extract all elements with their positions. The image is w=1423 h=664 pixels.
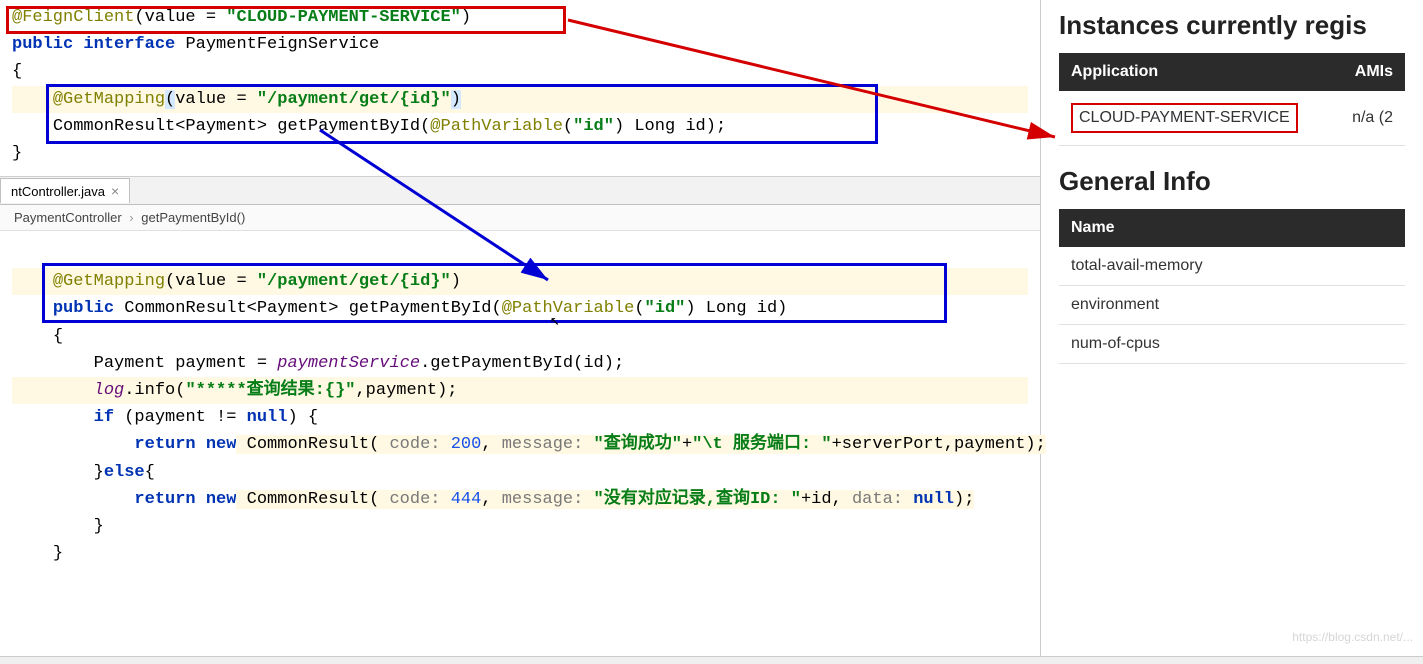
amis-value: n/a (2 (1334, 91, 1405, 146)
getmapping-annotation-top: @GetMapping (53, 90, 165, 109)
table-row: total-avail-memory (1059, 247, 1405, 286)
getmapping-annotation-bottom: @GetMapping (53, 272, 165, 291)
close-icon[interactable]: × (111, 183, 119, 199)
general-info-title: General Info (1059, 166, 1405, 197)
code-editor[interactable]: @FeignClient(value = "CLOUD-PAYMENT-SERV… (0, 0, 1040, 664)
instances-title: Instances currently regis (1059, 10, 1405, 41)
bottom-bar (0, 656, 1423, 664)
tab-bar: ntController.java × (0, 177, 1040, 205)
feign-annotation: @FeignClient (12, 8, 134, 27)
cursor-icon: ↖ (550, 310, 560, 330)
tab-label: ntController.java (11, 184, 105, 199)
file-tab[interactable]: ntController.java × (0, 178, 130, 203)
bottom-code-block[interactable]: @GetMapping(value = "/payment/get/{id}")… (0, 231, 1040, 577)
breadcrumb-class[interactable]: PaymentController (14, 210, 122, 225)
instances-table: Application AMIs CLOUD-PAYMENT-SERVICE n… (1059, 53, 1405, 146)
watermark: https://blog.csdn.net/... (1292, 630, 1413, 644)
table-row: environment (1059, 286, 1405, 325)
breadcrumb[interactable]: PaymentController › getPaymentById() (0, 205, 1040, 231)
table-row: num-of-cpus (1059, 325, 1405, 364)
th-amis: AMIs (1334, 53, 1405, 91)
table-row: CLOUD-PAYMENT-SERVICE n/a (2 (1059, 91, 1405, 146)
th-name: Name (1059, 209, 1405, 247)
eureka-panel: Instances currently regis Application AM… (1040, 0, 1423, 664)
breadcrumb-method[interactable]: getPaymentById() (141, 210, 245, 225)
top-code-block[interactable]: @FeignClient(value = "CLOUD-PAYMENT-SERV… (0, 0, 1040, 177)
service-name-highlight: CLOUD-PAYMENT-SERVICE (1071, 103, 1298, 133)
th-application: Application (1059, 53, 1334, 91)
chevron-right-icon: › (129, 210, 133, 225)
general-info-table: Name total-avail-memory environment num-… (1059, 209, 1405, 364)
